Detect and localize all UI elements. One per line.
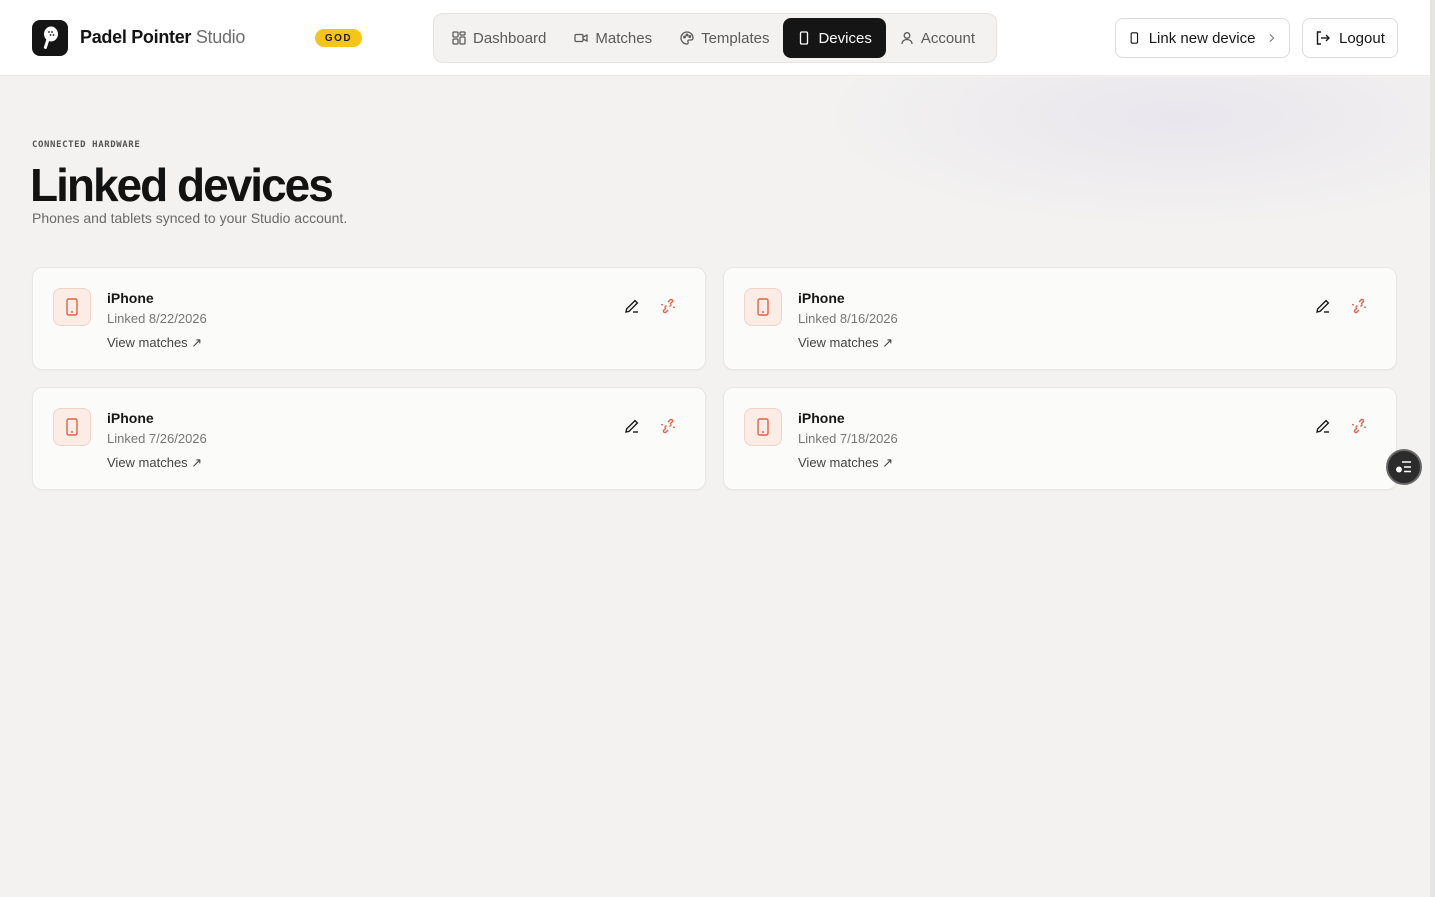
- app-logo[interactable]: [32, 20, 68, 56]
- link-new-device-button[interactable]: Link new device: [1115, 18, 1290, 58]
- top-navbar: Padel Pointer Studio GOD Dashboard Match…: [0, 0, 1430, 76]
- unlink-icon: [660, 418, 676, 434]
- device-icon-box: [53, 408, 91, 446]
- edit-device-button[interactable]: [1313, 296, 1333, 316]
- logout-label: Logout: [1339, 29, 1385, 47]
- page-subtitle: Phones and tablets synced to your Studio…: [32, 210, 348, 226]
- view-matches-link[interactable]: View matches ↗: [798, 335, 893, 351]
- link-new-device-label: Link new device: [1148, 29, 1256, 47]
- nav-devices[interactable]: Devices: [783, 18, 886, 58]
- phone-icon: [757, 298, 769, 316]
- view-matches-link[interactable]: View matches ↗: [798, 455, 893, 471]
- nav-account-label: Account: [920, 29, 976, 47]
- phone-icon: [66, 298, 78, 316]
- plan-badge: GOD: [315, 29, 362, 47]
- pencil-icon: [1316, 419, 1330, 433]
- logout-icon: [1316, 31, 1330, 45]
- grid-icon: [452, 31, 466, 45]
- device-name: iPhone: [798, 290, 845, 306]
- unlink-device-button[interactable]: [658, 296, 678, 316]
- phone-icon: [800, 31, 809, 45]
- view-matches-link[interactable]: View matches ↗: [107, 335, 202, 351]
- device-linked-date: Linked 8/22/2026: [107, 311, 207, 326]
- device-icon-box: [53, 288, 91, 326]
- device-name: iPhone: [798, 410, 845, 426]
- view-matches-link[interactable]: View matches ↗: [107, 455, 202, 471]
- main-nav: Dashboard Matches Templates Devices Acco…: [433, 13, 997, 63]
- pencil-icon: [625, 299, 639, 313]
- phone-icon: [757, 418, 769, 436]
- floating-settings-button[interactable]: [1386, 449, 1422, 485]
- logout-button[interactable]: Logout: [1302, 18, 1398, 58]
- device-card: iPhone Linked 8/22/2026 View matches ↗: [32, 267, 706, 370]
- user-icon: [901, 32, 913, 45]
- scrollbar[interactable]: [1430, 0, 1435, 897]
- phone-icon: [1130, 32, 1139, 44]
- unlink-device-button[interactable]: [1349, 296, 1369, 316]
- unlink-icon: [1351, 298, 1367, 314]
- chevron-right-icon: [1270, 34, 1275, 42]
- nav-matches[interactable]: Matches: [560, 18, 666, 58]
- section-eyebrow: CONNECTED HARDWARE: [32, 140, 141, 150]
- unlink-icon: [1351, 418, 1367, 434]
- pencil-icon: [1316, 299, 1330, 313]
- brand-name: Padel Pointer Studio: [80, 27, 245, 48]
- nav-devices-label: Devices: [818, 29, 872, 47]
- device-linked-date: Linked 7/18/2026: [798, 431, 898, 446]
- toggle-list-icon: [1396, 461, 1411, 473]
- device-linked-date: Linked 7/26/2026: [107, 431, 207, 446]
- unlink-device-button[interactable]: [1349, 416, 1369, 436]
- edit-device-button[interactable]: [622, 296, 642, 316]
- device-card: iPhone Linked 7/26/2026 View matches ↗: [32, 387, 706, 490]
- unlink-icon: [660, 298, 676, 314]
- page-title: Linked devices: [30, 159, 334, 211]
- edit-device-button[interactable]: [1313, 416, 1333, 436]
- device-linked-date: Linked 8/16/2026: [798, 311, 898, 326]
- nav-dashboard[interactable]: Dashboard: [438, 18, 560, 58]
- brand-name-light: Studio: [191, 27, 246, 47]
- brand-name-bold: Padel Pointer: [80, 27, 192, 47]
- device-card: iPhone Linked 7/18/2026 View matches ↗: [723, 387, 1397, 490]
- unlink-device-button[interactable]: [658, 416, 678, 436]
- device-icon-box: [744, 408, 782, 446]
- video-icon: [574, 33, 589, 43]
- nav-templates-label: Templates: [701, 29, 770, 47]
- pencil-icon: [625, 419, 639, 433]
- phone-icon: [66, 418, 78, 436]
- device-name: iPhone: [107, 410, 154, 426]
- nav-templates[interactable]: Templates: [666, 18, 783, 58]
- palette-icon: [680, 31, 694, 45]
- device-card: iPhone Linked 8/16/2026 View matches ↗: [723, 267, 1397, 370]
- device-icon-box: [744, 288, 782, 326]
- device-name: iPhone: [107, 290, 154, 306]
- nav-account[interactable]: Account: [886, 18, 989, 58]
- nav-matches-label: Matches: [595, 29, 653, 47]
- paddle-logo-icon: [43, 26, 58, 49]
- nav-dashboard-label: Dashboard: [473, 29, 547, 47]
- edit-device-button[interactable]: [622, 416, 642, 436]
